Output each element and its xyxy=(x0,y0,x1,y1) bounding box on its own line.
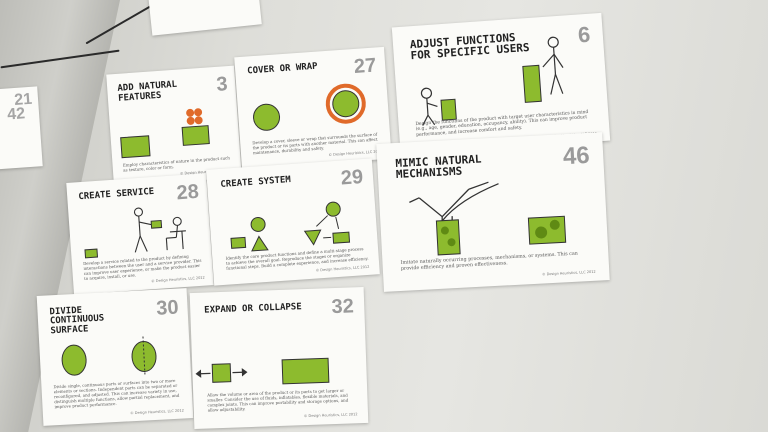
small-square xyxy=(211,363,232,383)
card-cover-or-wrap: Cover or wrap 27 Develop a cover, sleeve… xyxy=(234,46,392,170)
gears-box xyxy=(527,215,567,245)
rectangle-shape xyxy=(230,236,247,249)
partial-card-number: 42 xyxy=(6,105,26,124)
partial-card: 21 42 xyxy=(0,86,43,170)
rectangle-shape xyxy=(332,231,351,244)
rectangle-shape xyxy=(84,248,99,259)
card-create-service: Create service 28 Develop a service rela… xyxy=(66,173,214,295)
circle-shape xyxy=(250,216,266,232)
circle-shape xyxy=(332,90,360,118)
circle-shape xyxy=(253,103,281,131)
rectangle-shape xyxy=(150,219,163,229)
flower-icon xyxy=(186,108,203,125)
card-mimic-natural-mechanisms: Mimic natural mechanisms 46 Imitate natu… xyxy=(376,132,610,292)
rectangle-shape xyxy=(522,64,542,103)
rectangle-shape xyxy=(181,125,210,146)
ellipse-shape xyxy=(61,344,87,376)
gear-panel xyxy=(435,219,461,256)
card-create-system: Create system 29 Identify the core produ… xyxy=(206,158,380,286)
card-divide-continuous-surface: Divide continuous surface 30 Divide sing… xyxy=(36,288,194,426)
rectangle-shape xyxy=(120,135,151,159)
service-provider-icon xyxy=(133,207,154,253)
triangle-shape xyxy=(251,235,269,252)
rectangle-shape xyxy=(440,98,457,121)
circle-shape xyxy=(325,201,341,217)
triangle-shape xyxy=(303,229,322,246)
seated-user-icon xyxy=(165,216,186,251)
card-expand-or-collapse: Expand or collapse 32 Allow the volume o… xyxy=(189,287,369,429)
tall-person-icon xyxy=(542,36,564,95)
wide-rectangle xyxy=(281,357,330,385)
